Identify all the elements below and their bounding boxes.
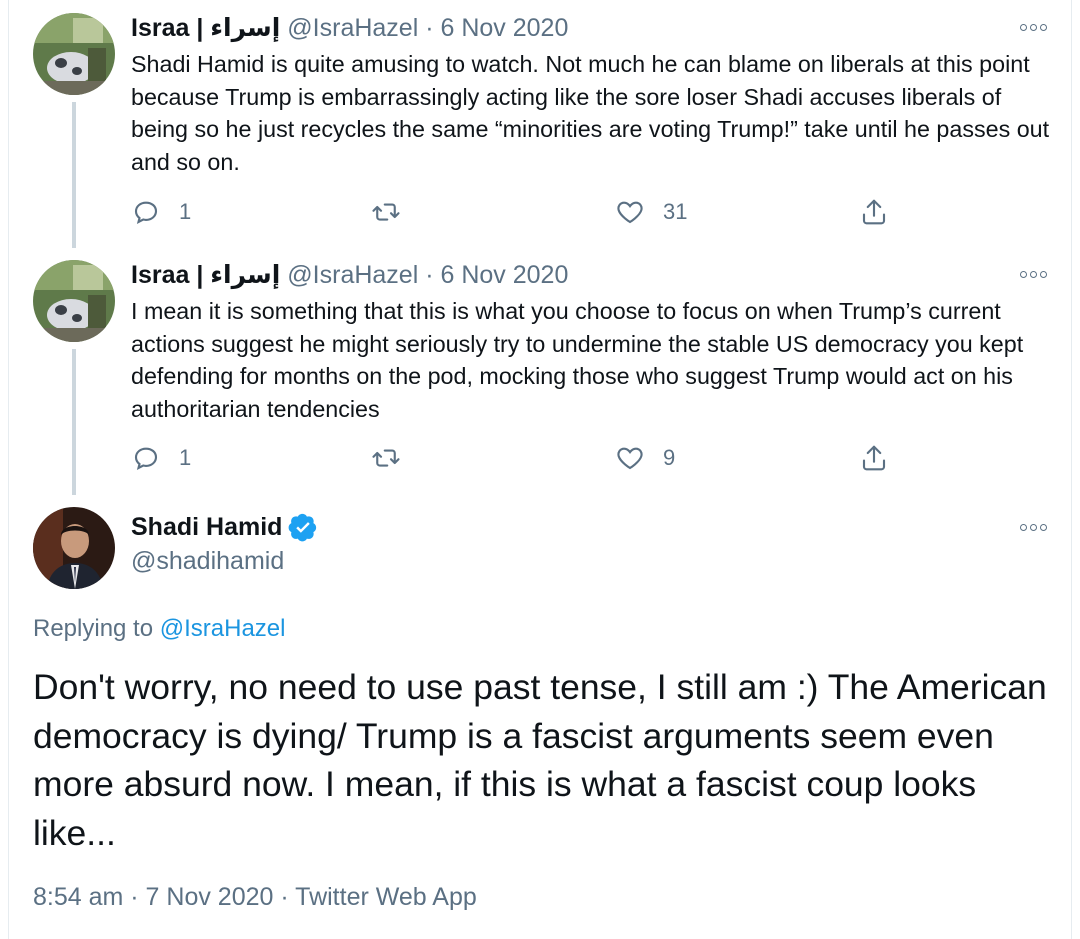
tweet-header: Israa | إسراء @IsraHazel · 6 Nov 2020 (131, 260, 568, 290)
display-name[interactable]: Shadi Hamid (131, 512, 282, 542)
thread-connector-line (72, 349, 76, 495)
user-handle[interactable]: @shadihamid (131, 546, 284, 576)
more-options-icon[interactable] (1020, 21, 1050, 35)
main-tweet-author[interactable]: Shadi Hamid (131, 512, 318, 542)
tweet-text: Shadi Hamid is quite amusing to watch. N… (131, 51, 1050, 175)
user-handle[interactable]: @IsraHazel (287, 261, 418, 289)
share-button[interactable] (859, 195, 889, 229)
tweet-timestamp[interactable]: 8:54 am · 7 Nov 2020 · Twitter Web App (33, 881, 477, 913)
tweet-date[interactable]: 6 Nov 2020 (441, 14, 569, 42)
user-handle[interactable]: @IsraHazel (287, 14, 418, 42)
tweet-date[interactable]: 6 Nov 2020 (441, 261, 569, 289)
tweet-actions: 1 31 (131, 195, 891, 229)
frame-border-left (8, 0, 9, 939)
reply-count: 1 (179, 199, 192, 224)
more-options-icon[interactable] (1020, 268, 1050, 282)
share-button[interactable] (859, 441, 889, 475)
retweet-icon (372, 203, 400, 221)
like-count: 31 (663, 199, 688, 224)
heart-icon (617, 447, 643, 470)
display-name[interactable]: Israa | إسراء (131, 261, 280, 289)
tweet-header: Israa | إسراء @IsraHazel · 6 Nov 2020 (131, 13, 568, 43)
display-name[interactable]: Israa | إسراء (131, 14, 280, 42)
thread-connector-line (72, 102, 76, 248)
like-button[interactable]: 31 (615, 195, 687, 229)
heart-icon (617, 201, 643, 224)
frame-border-right (1071, 0, 1072, 939)
share-icon (862, 199, 886, 225)
replying-to-label: Replying to (33, 615, 160, 642)
replying-to-link[interactable]: @IsraHazel (160, 615, 286, 642)
like-count: 9 (663, 445, 676, 470)
separator: · (418, 14, 441, 42)
main-tweet-text: Don't worry, no need to use past tense, … (33, 667, 1047, 853)
avatar[interactable] (33, 260, 115, 342)
more-options-icon[interactable] (1020, 521, 1050, 535)
avatar[interactable] (33, 13, 115, 95)
reply-button[interactable]: 1 (131, 441, 191, 475)
retweet-icon (372, 449, 400, 467)
replying-to: Replying to @IsraHazel (33, 614, 285, 644)
reply-icon (134, 447, 158, 471)
retweet-button[interactable] (371, 195, 419, 229)
separator: · (418, 261, 441, 289)
verified-badge-icon (289, 513, 317, 542)
tweet-actions: 1 9 (131, 441, 891, 475)
reply-count: 1 (179, 445, 192, 470)
avatar[interactable] (33, 507, 115, 589)
share-icon (862, 445, 886, 471)
tweet-text: I mean it is something that this is what… (131, 298, 1024, 422)
reply-icon (134, 201, 158, 225)
like-button[interactable]: 9 (615, 441, 675, 475)
retweet-button[interactable] (371, 441, 419, 475)
reply-button[interactable]: 1 (131, 195, 191, 229)
